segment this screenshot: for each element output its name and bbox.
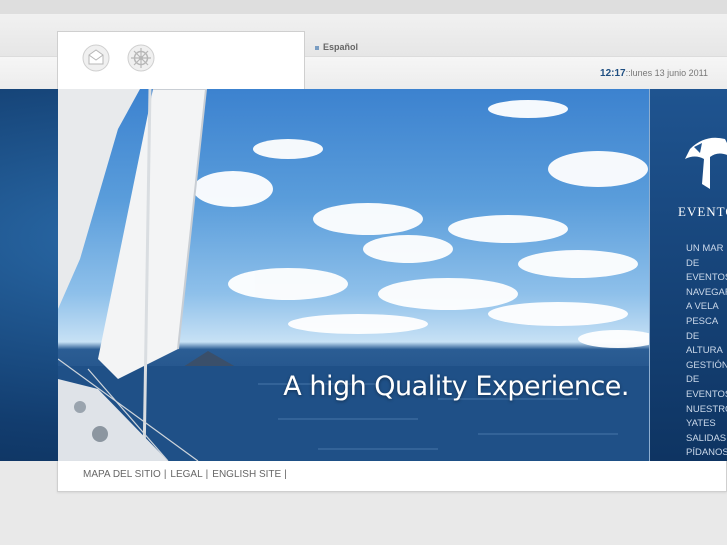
menu-item[interactable]: NAVEGAR: [686, 286, 727, 301]
hero-tagline: A high Quality Experience.: [283, 371, 629, 402]
sailboat-image: [58, 89, 649, 461]
menu-item[interactable]: SALIDAS: [686, 432, 727, 447]
menu-item[interactable]: GESTIÓN: [686, 359, 727, 374]
menu-item[interactable]: A VELA: [686, 300, 727, 315]
menu-item[interactable]: NUESTROS: [686, 403, 727, 418]
bullet-icon: [315, 45, 319, 50]
hero-image: A high Quality Experience.: [58, 89, 649, 461]
menu-item[interactable]: DE: [686, 373, 727, 388]
menu-item[interactable]: PESCA: [686, 315, 727, 330]
menu-item[interactable]: ALTURA: [686, 344, 727, 359]
clock-time: 12:17: [600, 68, 626, 79]
brand-logo-icon: [685, 137, 727, 189]
clock-date: ::lunes 13 junio 2011: [625, 68, 708, 78]
menu-item[interactable]: PÍDANOS: [686, 446, 727, 461]
footer-link-legal[interactable]: LEGAL: [170, 469, 202, 480]
footer: MAPA DEL SITIO | LEGAL | ENGLISH SITE |: [57, 461, 727, 492]
envelope-icon[interactable]: [82, 44, 110, 72]
menu-item[interactable]: EVENTOS: [686, 388, 727, 403]
menu-item[interactable]: DE: [686, 257, 727, 272]
footer-separator: |: [205, 469, 209, 480]
ship-wheel-icon[interactable]: [127, 44, 155, 72]
top-strip: [0, 0, 727, 14]
footer-separator: |: [163, 469, 167, 480]
menu-item[interactable]: EVENTOS: [686, 271, 727, 286]
side-menu: UN MAR DE EVENTOS NAVEGAR A VELA PESCA D…: [686, 242, 727, 461]
menu-item[interactable]: YATES: [686, 417, 727, 432]
footer-link-english-site[interactable]: ENGLISH SITE: [212, 469, 281, 480]
logo-box: [57, 31, 305, 89]
footer-links: MAPA DEL SITIO | LEGAL | ENGLISH SITE |: [83, 469, 291, 480]
right-menu-panel: EVENTOS UN MAR DE EVENTOS NAVEGAR A VELA…: [649, 89, 727, 461]
footer-separator: |: [284, 469, 287, 480]
language-label[interactable]: Español: [323, 42, 358, 52]
language-selector[interactable]: Español: [315, 42, 358, 52]
footer-link-sitemap[interactable]: MAPA DEL SITIO: [83, 469, 161, 480]
brand-name: EVENTOS: [678, 204, 727, 219]
menu-item[interactable]: DE: [686, 330, 727, 345]
menu-item[interactable]: UN MAR: [686, 242, 727, 257]
clock: 12:17::lunes 13 junio 2011: [600, 68, 708, 79]
